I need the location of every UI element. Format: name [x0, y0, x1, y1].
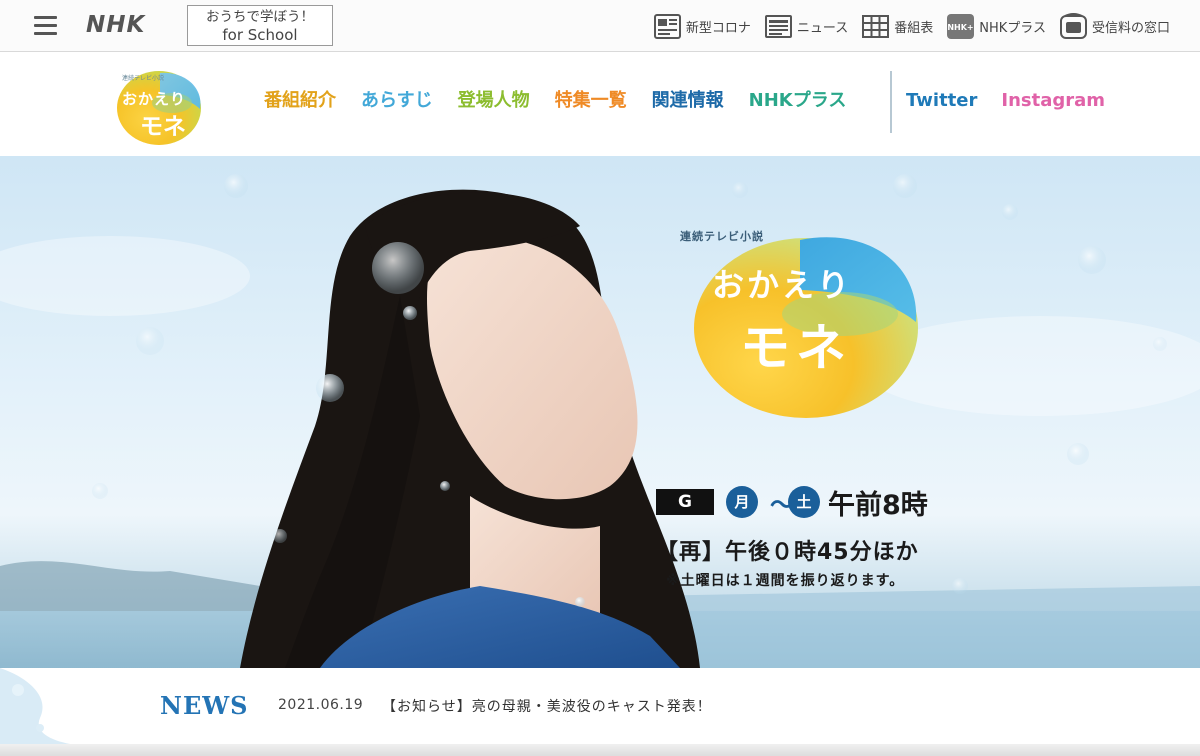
svg-text:NHK+: NHK+: [948, 23, 974, 32]
nav-divider: [890, 71, 892, 133]
util-link-program-table[interactable]: 番組表: [862, 13, 933, 40]
nhk-plus-icon: NHK+: [947, 13, 975, 40]
util-link-label: NHKプラス: [979, 20, 1046, 36]
broadcast-time: 午前8時: [828, 490, 928, 521]
for-school-line1: おうちで学ぼう！: [206, 9, 314, 25]
program-logo[interactable]: 連続テレビ小説 おかえり モネ: [112, 65, 204, 147]
nav-related-info[interactable]: 関連情報: [652, 90, 724, 112]
program-logo-title-line2: モネ: [140, 114, 186, 140]
corona-info-icon: [653, 13, 681, 40]
utility-nav: 新型コロナ ニュース 番組表 NHK+ NHKプラス 受信料の窓口: [640, 11, 1170, 41]
util-link-reception-fee[interactable]: 受信料の窓口: [1059, 12, 1170, 40]
nav-nhk-plus[interactable]: NHKプラス: [749, 90, 847, 112]
news-heading: NEWS: [160, 691, 249, 720]
for-school-line2: for School: [222, 26, 298, 44]
water-splash-decoration: [0, 668, 70, 744]
nhk-logo[interactable]: NHK: [86, 11, 145, 39]
util-link-label: 番組表: [894, 20, 934, 36]
program-table-icon: [862, 13, 890, 40]
hero-key-visual: 連続テレビ小説 おかえり モネ G 月 〜 土 午前8時 【再】午後０時45分ほ…: [0, 156, 1200, 668]
hero-photo: [0, 174, 1200, 668]
nav-features[interactable]: 特集一覧: [555, 90, 627, 112]
broadcast-schedule: G 月 〜 土 午前8時: [656, 481, 976, 521]
day-to-badge: 土: [788, 486, 820, 518]
program-nav: 番組紹介 あらすじ 登場人物 特集一覧 関連情報 NHKプラス: [264, 90, 871, 112]
nav-program-intro[interactable]: 番組紹介: [264, 90, 336, 112]
util-link-label: 受信料の窓口: [1091, 20, 1170, 36]
schedule-note: ※土曜日は１週間を振り返ります。: [666, 573, 905, 589]
news-item-link[interactable]: 【お知らせ】亮の母親・美波役のキャスト発表！: [382, 696, 712, 716]
nav-synopsis[interactable]: あらすじ: [361, 90, 433, 112]
channel-badge: G: [656, 489, 714, 515]
rerun-time: 【再】午後０時45分ほか: [656, 540, 919, 565]
news-strip: NEWS 2021.06.19 【お知らせ】亮の母親・美波役のキャスト発表！: [0, 668, 1200, 744]
util-link-news[interactable]: ニュース: [764, 13, 849, 40]
reception-fee-icon: [1059, 12, 1087, 40]
for-school-button[interactable]: おうちで学ぼう！ for School: [187, 5, 333, 46]
hero-title-line2: モネ: [740, 319, 852, 377]
program-logo-title-line1: おかえり: [122, 90, 187, 108]
nhk-global-header: NHK おうちで学ぼう！ for School 新型コロナ ニュース 番組表 N…: [0, 0, 1200, 52]
news-date: 2021.06.19: [278, 697, 364, 713]
util-link-label: 新型コロナ: [685, 20, 751, 36]
social-nav: Twitter Instagram: [906, 90, 1129, 112]
hamburger-menu-icon[interactable]: [34, 14, 58, 36]
hero-series-label: 連続テレビ小説: [680, 230, 764, 243]
day-from-badge: 月: [726, 486, 758, 518]
news-icon: [764, 13, 792, 40]
nav-characters[interactable]: 登場人物: [458, 90, 530, 112]
util-link-label: ニュース: [796, 20, 849, 36]
util-link-nhk-plus[interactable]: NHK+ NHKプラス: [947, 13, 1046, 40]
hero-title-line1: おかえり: [712, 266, 853, 304]
util-link-corona[interactable]: 新型コロナ: [653, 13, 751, 40]
twitter-link[interactable]: Twitter: [906, 90, 977, 112]
page-bottom-shade: [0, 744, 1200, 756]
program-header: 連続テレビ小説 おかえり モネ 番組紹介 あらすじ 登場人物 特集一覧 関連情報…: [0, 53, 1200, 156]
instagram-link[interactable]: Instagram: [1001, 90, 1105, 112]
program-logo-small: 連続テレビ小説: [122, 75, 165, 82]
